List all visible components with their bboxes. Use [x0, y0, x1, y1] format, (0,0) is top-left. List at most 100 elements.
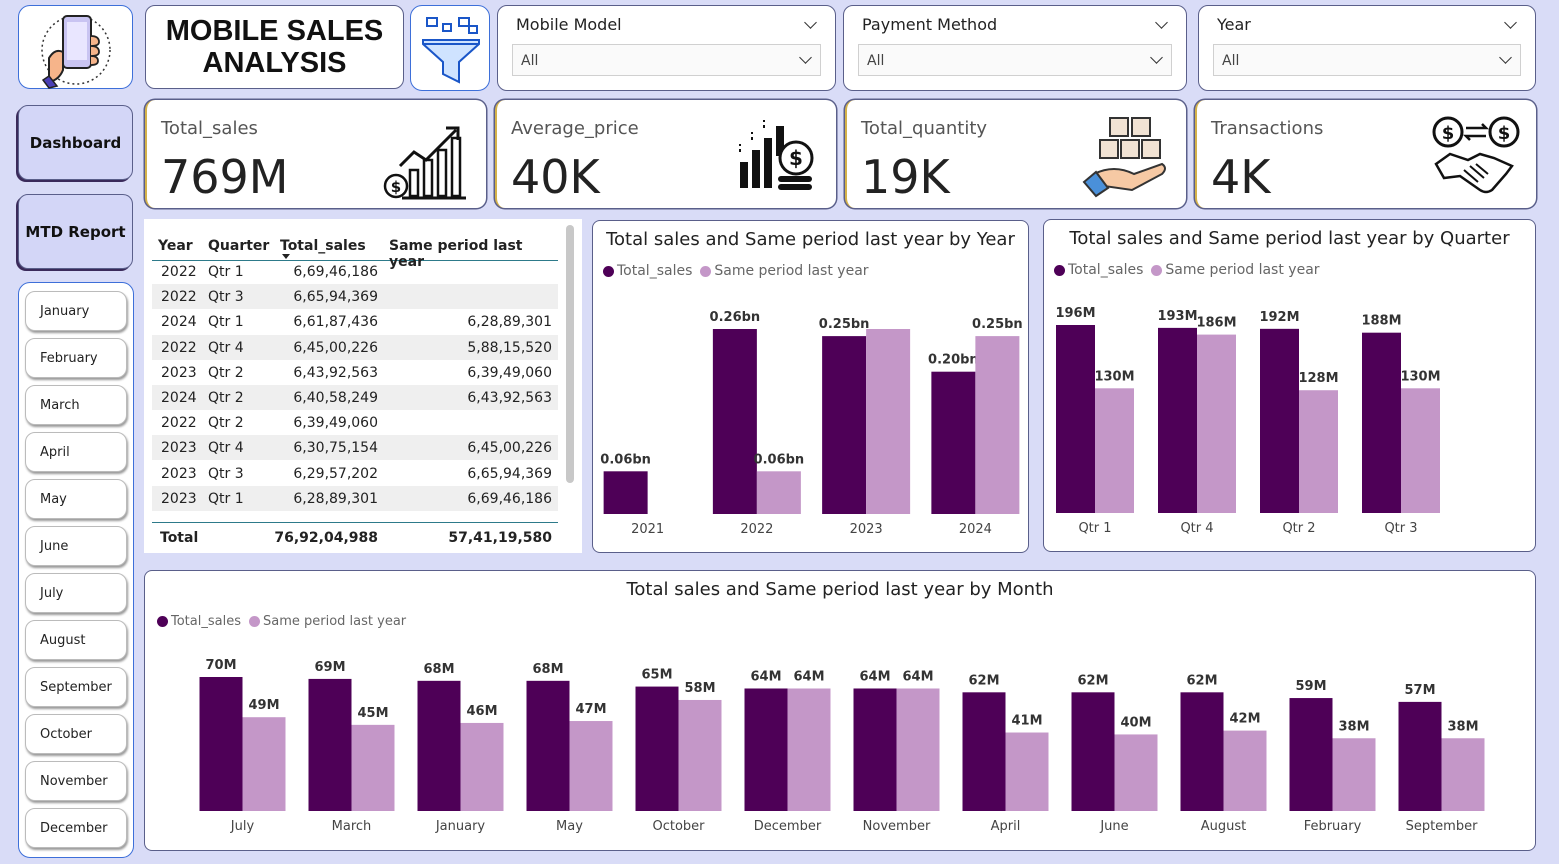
bar-same-period-october[interactable]	[678, 699, 722, 811]
bar-total-sales-january[interactable]	[417, 680, 461, 811]
page-title-line1: MOBILE SALES	[165, 15, 384, 47]
mtd-report-button[interactable]: MTD Report	[18, 194, 133, 269]
table-scrollbar[interactable]	[566, 225, 574, 483]
column-header-year[interactable]: Year	[158, 238, 193, 254]
bar-total-sales-june[interactable]	[1071, 692, 1115, 811]
bar-same-period-2024[interactable]	[975, 336, 1020, 514]
bar-same-period-2023[interactable]	[866, 329, 911, 514]
data-label: 42M	[1229, 712, 1260, 727]
table-row[interactable]: 2023 Qtr 2 6,43,92,563 6,39,49,060	[152, 360, 558, 385]
month-button-july[interactable]: July	[25, 573, 127, 613]
dashboard-button[interactable]: Dashboard	[18, 105, 133, 180]
kpi-value: 769M	[161, 150, 289, 204]
slicer-year[interactable]: Year All	[1198, 5, 1536, 91]
column-header-quarter[interactable]: Quarter	[208, 238, 269, 254]
bar-same-period-july[interactable]	[242, 717, 286, 811]
bar-total-sales-qtr-4[interactable]	[1158, 327, 1197, 513]
bar-same-period-qtr-3[interactable]	[1401, 388, 1440, 513]
chevron-down-icon[interactable]	[1504, 16, 1517, 29]
bar-same-period-december[interactable]	[787, 688, 831, 811]
table-row[interactable]: 2023 Qtr 1 6,28,89,301 6,69,46,186	[152, 485, 558, 511]
month-button-november[interactable]: November	[25, 761, 127, 801]
bar-total-sales-2022[interactable]	[712, 329, 757, 514]
bar-same-period-qtr-2[interactable]	[1299, 390, 1338, 513]
x-tick-label: Qtr 2	[1282, 521, 1315, 536]
bar-total-sales-november[interactable]	[853, 688, 897, 811]
table-row[interactable]: 2024 Qtr 2 6,40,58,249 6,43,92,563	[152, 385, 558, 410]
bar-same-period-august[interactable]	[1223, 730, 1267, 811]
bar-growth-icon: $	[383, 126, 466, 200]
table-row[interactable]: 2022 Qtr 1 6,69,46,186	[152, 259, 558, 284]
bar-same-period-february[interactable]	[1332, 738, 1376, 811]
month-button-december[interactable]: December	[25, 808, 127, 848]
bar-total-sales-february[interactable]	[1289, 698, 1333, 811]
bar-total-sales-october[interactable]	[635, 686, 679, 811]
slicer-payment-method[interactable]: Payment Method All	[843, 5, 1187, 91]
table-row[interactable]: 2022 Qtr 2 6,39,49,060	[152, 410, 558, 435]
chevron-down-icon	[1150, 51, 1163, 64]
month-button-october[interactable]: October	[25, 714, 127, 754]
cell-total-sales: 6,40,58,249	[293, 390, 378, 406]
bar-total-sales-qtr-2[interactable]	[1260, 328, 1299, 513]
cell-same-period: 6,65,94,369	[467, 465, 552, 482]
month-button-may[interactable]: May	[25, 479, 127, 519]
x-tick-label: 2024	[959, 522, 992, 537]
slicer-dropdown[interactable]: All	[1213, 44, 1521, 76]
slicer-label: Payment Method	[862, 15, 998, 34]
bar-total-sales-qtr-3[interactable]	[1362, 332, 1401, 513]
bar-total-sales-may[interactable]	[526, 680, 570, 811]
cell-quarter: Qtr 2	[208, 415, 244, 432]
bar-same-period-qtr-4[interactable]	[1197, 334, 1236, 513]
bar-total-sales-july[interactable]	[199, 677, 243, 811]
bar-same-period-may[interactable]	[569, 721, 613, 811]
month-button-march[interactable]: March	[25, 385, 127, 425]
x-tick-label: 2022	[740, 522, 773, 537]
month-button-february[interactable]: February	[25, 338, 127, 378]
month-bar-chart: 70M 49M July 69M 45M March 68M 46M January 68M 47M…	[199, 658, 1485, 834]
bar-total-sales-2024[interactable]	[931, 371, 976, 514]
table-total-row: Total 76,92,04,988 57,41,19,580	[152, 522, 558, 550]
bar-same-period-june[interactable]	[1114, 734, 1158, 811]
x-tick-label: Qtr 3	[1384, 521, 1417, 536]
table-row[interactable]: 2023 Qtr 3 6,29,57,202 6,65,94,369	[152, 461, 558, 486]
bar-total-sales-march[interactable]	[308, 678, 352, 811]
phone-in-hand-icon	[41, 15, 111, 89]
table-row[interactable]: 2023 Qtr 4 6,30,75,154 6,45,00,226	[152, 435, 558, 461]
cell-same-period: 6,28,89,301	[467, 314, 552, 331]
bar-total-sales-april[interactable]	[962, 692, 1006, 811]
table-row[interactable]: 2022 Qtr 4 6,45,00,226 5,88,15,520	[152, 334, 558, 360]
bar-total-sales-september[interactable]	[1398, 701, 1442, 811]
bar-total-sales-december[interactable]	[744, 688, 788, 811]
bar-same-period-april[interactable]	[1005, 732, 1049, 811]
bar-same-period-march[interactable]	[351, 724, 395, 811]
month-button-september[interactable]: September	[25, 667, 127, 707]
bar-same-period-january[interactable]	[460, 722, 504, 811]
cell-year: 2023	[161, 465, 197, 482]
svg-text:$: $	[1498, 123, 1511, 144]
funnel-filter-icon	[422, 17, 480, 84]
x-tick-label: July	[230, 819, 255, 834]
bar-total-sales-2021[interactable]	[603, 471, 648, 514]
bar-total-sales-qtr-1[interactable]	[1056, 325, 1095, 513]
bar-total-sales-august[interactable]	[1180, 692, 1224, 811]
month-button-january[interactable]: January	[25, 291, 127, 331]
quarter-bar-chart: 196M 130M Qtr 1 193M186M Qtr 4 192M 128M Qtr 2 1…	[1055, 306, 1440, 536]
bar-same-period-qtr-1[interactable]	[1095, 388, 1134, 513]
filter-button[interactable]	[410, 5, 490, 91]
chevron-down-icon[interactable]	[804, 16, 817, 29]
bar-same-period-september[interactable]	[1441, 738, 1485, 811]
table-row[interactable]: 2022 Qtr 3 6,65,94,369	[152, 284, 558, 310]
table-row[interactable]: 2024 Qtr 1 6,61,87,436 6,28,89,301	[152, 309, 558, 334]
table-header: Year Quarter Total_sales Same period las…	[152, 227, 558, 270]
month-button-june[interactable]: June	[25, 526, 127, 566]
slicer-dropdown[interactable]: All	[858, 44, 1172, 76]
bar-total-sales-2023[interactable]	[822, 336, 867, 514]
column-header-total-sales[interactable]: Total_sales	[280, 238, 366, 254]
slicer-dropdown[interactable]: All	[512, 44, 821, 76]
month-button-august[interactable]: August	[25, 620, 127, 660]
bar-same-period-2022[interactable]	[756, 471, 801, 514]
month-button-april[interactable]: April	[25, 432, 127, 472]
slicer-mobile-model[interactable]: Mobile Model All	[497, 5, 836, 91]
chevron-down-icon[interactable]	[1155, 16, 1168, 29]
bar-same-period-november[interactable]	[896, 688, 940, 811]
